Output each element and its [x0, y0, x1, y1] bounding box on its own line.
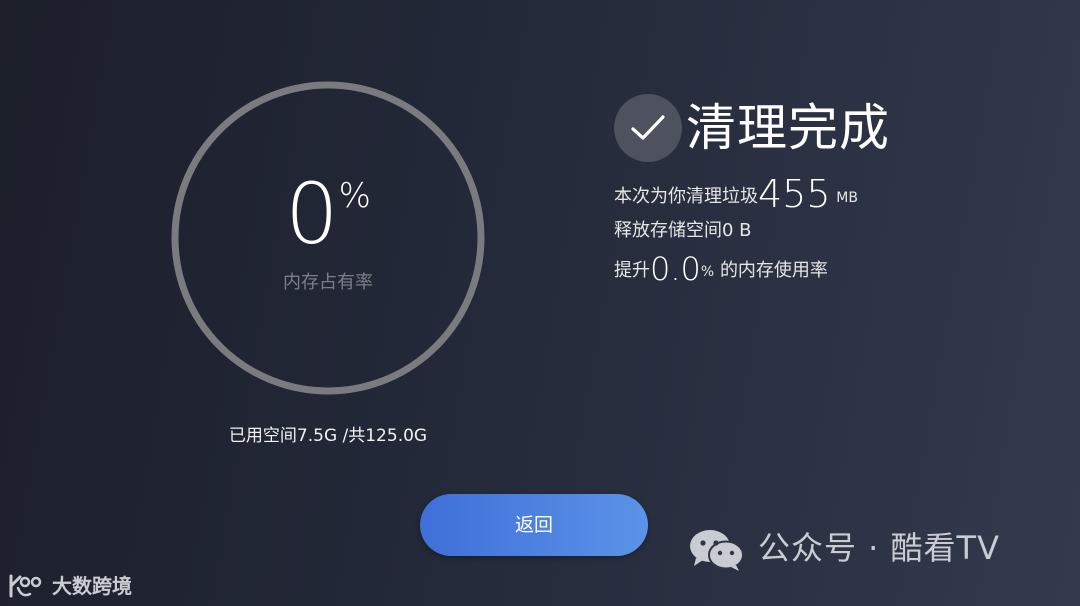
memory-usage-number: 0: [285, 165, 338, 263]
freed-storage-text: 释放存储空间0 B: [614, 220, 752, 241]
memory-usage-label: 内存占有率: [283, 272, 373, 293]
memory-usage-unit: %: [338, 176, 371, 216]
improve-prefix: 提升: [614, 260, 650, 281]
improve-value: 0.0: [650, 250, 701, 288]
cleaned-value: 455: [758, 172, 831, 216]
back-button[interactable]: 返回: [420, 494, 648, 556]
cleaned-summary: 本次为你清理垃圾455 MB: [614, 172, 858, 216]
improve-unit: %: [700, 264, 715, 280]
improve-suffix: 的内存使用率: [719, 260, 828, 281]
memory-usage-value: 0%: [168, 166, 488, 262]
cleaned-unit: MB: [836, 190, 858, 206]
status-title: 清理完成: [686, 99, 890, 157]
cleaned-prefix: 本次为你清理垃圾: [614, 186, 758, 207]
memory-gauge: 0% 内存占有率: [168, 78, 488, 398]
storage-usage-text: 已用空间7.5G /共125.0G: [228, 426, 428, 446]
memory-improvement: 提升0.0% 的内存使用率: [614, 250, 828, 288]
corner-watermark-text: 大数跨境: [52, 574, 132, 598]
wechat-icon: [690, 530, 744, 571]
checkmark-icon: [614, 94, 682, 162]
brand-logo-icon: [9, 574, 42, 598]
wechat-account-text: 公众号 · 酷看TV: [758, 529, 1000, 567]
